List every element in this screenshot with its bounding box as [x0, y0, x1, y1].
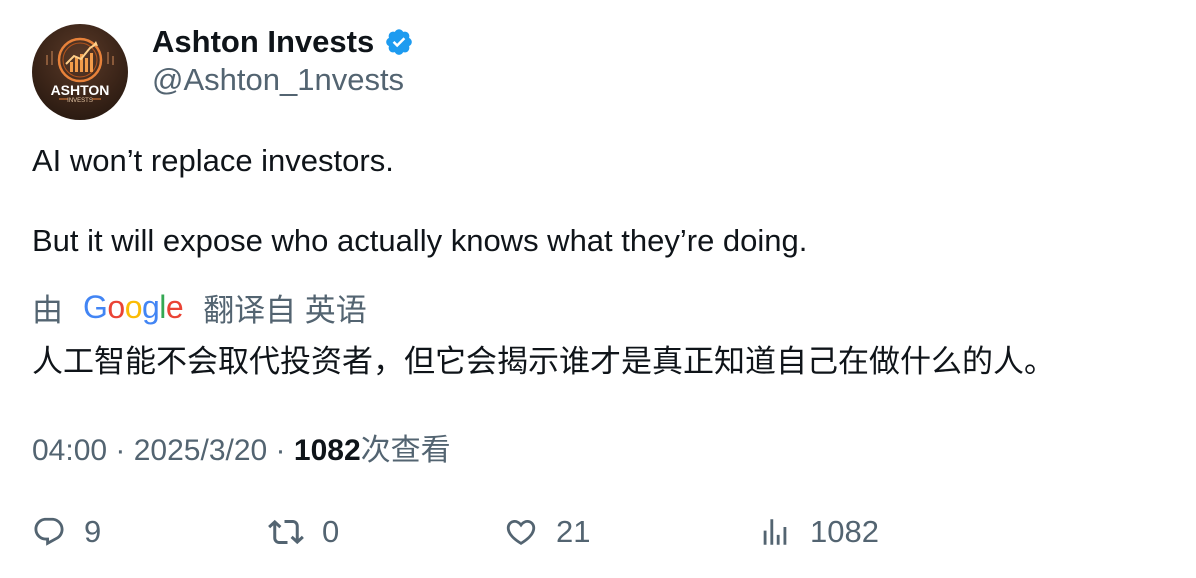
avatar-logo-text: ASHTON — [51, 82, 110, 98]
views-action-count: 1082 — [810, 514, 879, 549]
avatar[interactable]: ASHTON INVESTS — [32, 24, 128, 120]
translation-attribution[interactable]: 由 Google 翻译自 英语 — [32, 286, 367, 328]
tweet-time[interactable]: 04:00 — [32, 434, 107, 467]
like-button[interactable]: 21 — [504, 512, 590, 552]
author-name-row: Ashton Invests — [152, 22, 414, 62]
ashton-logo-icon: ASHTON INVESTS — [46, 37, 114, 104]
meta-separator: · — [107, 434, 134, 467]
analytics-icon — [763, 519, 787, 545]
translation-suffix: 翻译自 英语 — [203, 292, 367, 328]
reply-count: 9 — [84, 514, 102, 549]
google-logo-icon: Google — [83, 288, 184, 325]
tweet-text-line-2: But it will expose who actually knows wh… — [32, 223, 808, 258]
translated-text: 人工智能不会取代投资者，但它会揭示谁才是真正知道自己在做什么的人。 — [32, 344, 1055, 379]
tweet-meta: 04:00 · 2025/3/20 · 1082次查看 — [32, 425, 451, 469]
reply-button[interactable]: 9 — [32, 512, 101, 552]
views-button[interactable]: 1082 — [758, 512, 879, 552]
like-count: 21 — [556, 514, 591, 549]
tweet-date[interactable]: 2025/3/20 — [134, 434, 267, 467]
retweet-icon — [268, 519, 304, 545]
author-handle[interactable]: @Ashton_1nvests — [152, 62, 404, 98]
meta-separator: · — [267, 434, 294, 467]
views-label: 次查看 — [360, 434, 451, 467]
tweet-text-line-1: AI won’t replace investors. — [32, 143, 394, 178]
retweet-count: 0 — [322, 514, 340, 549]
display-name[interactable]: Ashton Invests — [152, 24, 374, 60]
reply-icon — [34, 517, 64, 546]
avatar-logo-subtext: INVESTS — [67, 98, 93, 104]
retweet-button[interactable]: 0 — [268, 512, 339, 552]
translation-prefix: 由 — [32, 292, 63, 328]
heart-icon — [506, 519, 536, 545]
views-count: 1082 — [293, 434, 361, 467]
verified-badge-icon — [384, 27, 414, 57]
